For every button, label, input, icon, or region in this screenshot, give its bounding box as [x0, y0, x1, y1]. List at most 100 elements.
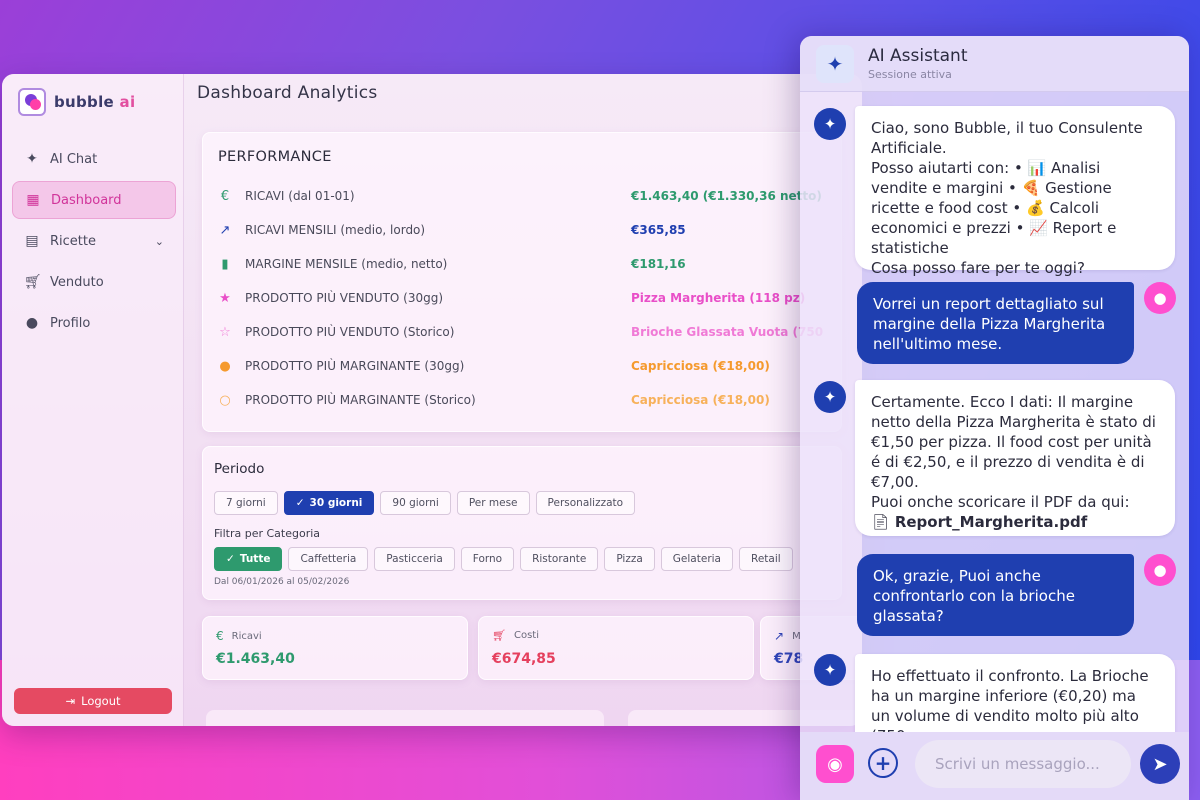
category-forno[interactable]: Forno: [460, 547, 515, 571]
brand: bubble ai: [18, 88, 135, 116]
sidebar-item-venduto[interactable]: 🛒︎ Venduto: [12, 263, 176, 301]
period-option-custom[interactable]: Personalizzato: [535, 491, 636, 515]
message-list[interactable]: ✦ Ciao, sono Bubble, il tuo Consulente A…: [800, 92, 1189, 732]
sidebar-item-ricette[interactable]: ▤ Ricette ⌄: [12, 222, 176, 260]
logout-button[interactable]: ⇥ Logout: [14, 688, 172, 714]
chat-message-user: Vorrei un report dettagliato sul margine…: [857, 282, 1134, 364]
user-avatar-person-icon: ●: [1144, 554, 1176, 586]
book-icon: ▤: [25, 233, 39, 249]
sparkle-icon: ✦: [26, 151, 38, 167]
euro-icon: €: [216, 629, 224, 643]
period-option-7-days[interactable]: 7 giorni: [214, 491, 278, 515]
chevron-down-icon[interactable]: ⌄: [155, 235, 164, 248]
period-option-30-days[interactable]: ✓ 30 giorni: [283, 491, 375, 515]
category-pizza[interactable]: Pizza: [604, 547, 655, 571]
check-icon: ✓: [226, 553, 235, 565]
chat-message-bot: Ho effettuato il confronto. La Brioche h…: [855, 654, 1175, 732]
user-avatar-person-icon: ●: [1144, 282, 1176, 314]
sidebar-item-ai-chat[interactable]: ✦ AI Chat: [12, 140, 176, 178]
performance-value: Pizza Margherita (118 pz): [631, 291, 806, 305]
stat-card-costi: 🛒︎ Costi €674,85: [478, 616, 754, 680]
performance-label: PRODOTTO PIÙ MARGINANTE (Storico): [245, 393, 476, 407]
date-range: Dal 06/01/2026 al 05/02/2026: [214, 577, 350, 587]
period-option-per-month[interactable]: Per mese: [456, 491, 530, 515]
camera-button[interactable]: ◉: [816, 745, 854, 783]
category-caffetteria[interactable]: Caffetteria: [288, 547, 369, 571]
sidebar-item-label: Venduto: [50, 274, 104, 290]
dashboard-window: bubble ai ✦ AI Chat ▦ Dashboard ▤ Ricett…: [2, 74, 862, 726]
chat-message-bot: Certamente. Ecco I dati: Il margine nett…: [855, 380, 1175, 536]
cart-icon: 🛒︎: [492, 629, 506, 642]
chat-message-bot: Ciao, sono Bubble, il tuo Consulente Art…: [855, 106, 1175, 277]
stat-card-ricavi: € Ricavi €1.463,40: [202, 616, 468, 680]
performance-label: PRODOTTO PIÙ MARGINANTE (30gg): [245, 359, 465, 373]
performance-label: PRODOTTO PIÙ VENDUTO (30gg): [245, 291, 444, 305]
pdf-download-link[interactable]: Report_Margherita.pdf: [895, 513, 1087, 531]
sidebar-nav: ✦ AI Chat ▦ Dashboard ▤ Ricette ⌄ 🛒︎ Ven…: [12, 140, 176, 345]
person-icon: ●: [25, 315, 39, 331]
category-retail[interactable]: Retail: [739, 547, 793, 571]
sidebar-item-label: Profilo: [50, 315, 91, 331]
star-filled-icon: ★: [219, 290, 231, 306]
performance-value: Capricciosa (€18,00): [631, 393, 770, 407]
logout-icon: ⇥: [65, 694, 76, 708]
chart-card-placeholder: [206, 710, 604, 726]
brand-name: bubble ai: [54, 93, 136, 111]
performance-value: €181,16: [631, 257, 686, 271]
trend-up-icon: ↗: [219, 222, 231, 238]
filter-label: Filtra per Categoria: [214, 527, 321, 540]
stat-value: €1.463,40: [216, 651, 295, 667]
performance-row: € RICAVI (dal 01-01) €1.463,40 (€1.330,3…: [217, 185, 841, 207]
sidebar-item-label: AI Chat: [50, 151, 98, 167]
performance-label: MARGINE MENSILE (medio, netto): [245, 257, 448, 271]
performance-value: Brioche Glassata Vuota (750: [631, 325, 824, 339]
category-pasticceria[interactable]: Pasticceria: [374, 547, 455, 571]
sidebar-item-dashboard[interactable]: ▦ Dashboard: [12, 181, 176, 219]
category-all[interactable]: ✓ Tutte: [214, 547, 283, 571]
category-gelateria[interactable]: Gelateria: [660, 547, 733, 571]
bubble-logo-icon: [18, 88, 46, 116]
period-option-label: 30 giorni: [309, 497, 363, 509]
check-icon: ✓: [295, 497, 305, 509]
stat-value: €78: [774, 651, 804, 667]
send-button[interactable]: ➤: [1140, 744, 1180, 784]
bar-chart-icon: ▮: [221, 256, 229, 272]
sidebar-item-label: Dashboard: [51, 192, 122, 208]
send-icon: ➤: [1152, 753, 1168, 775]
sidebar-item-profilo[interactable]: ● Profilo: [12, 304, 176, 342]
performance-title: PERFORMANCE: [218, 149, 332, 165]
performance-label: RICAVI (dal 01-01): [245, 189, 355, 203]
trend-up-icon: ↗: [774, 629, 785, 643]
category-filters: ✓ Tutte Caffetteria Pasticceria Forno Ri…: [214, 547, 793, 571]
category-ristorante[interactable]: Ristorante: [520, 547, 599, 571]
page-title: Dashboard Analytics: [197, 83, 378, 103]
ai-assistant-panel: ✦ AI Assistant Sessione attiva ✦ Ciao, s…: [800, 36, 1189, 800]
bot-avatar-sparkle-icon: ✦: [814, 654, 846, 686]
stat-label: € Ricavi: [216, 629, 262, 643]
main-content: Dashboard Analytics PERFORMANCE € RICAVI…: [184, 74, 862, 726]
performance-row: ▮ MARGINE MENSILE (medio, netto) €181,16: [217, 253, 841, 275]
sparkle-icon: ✦: [816, 45, 854, 83]
bot-avatar-sparkle-icon: ✦: [814, 108, 846, 140]
coin-icon: ●: [219, 358, 231, 374]
stat-value: €674,85: [492, 651, 556, 667]
message-input[interactable]: [915, 740, 1131, 788]
file-icon: 📄︎: [871, 513, 891, 531]
performance-value: €365,85: [631, 223, 686, 237]
plus-icon: +: [874, 751, 892, 775]
camera-icon: ◉: [827, 753, 843, 775]
bot-avatar-sparkle-icon: ✦: [814, 381, 846, 413]
performance-row: ★ PRODOTTO PIÙ VENDUTO (30gg) Pizza Marg…: [217, 287, 841, 309]
performance-row: ↗ RICAVI MENSILI (medio, lordo) €365,85: [217, 219, 841, 241]
period-title: Periodo: [214, 461, 265, 477]
add-attachment-button[interactable]: +: [868, 748, 898, 778]
sidebar-item-label: Ricette: [50, 233, 96, 249]
performance-value: Capricciosa (€18,00): [631, 359, 770, 373]
coin-outline-icon: ○: [219, 392, 231, 408]
performance-row: ○ PRODOTTO PIÙ MARGINANTE (Storico) Capr…: [217, 389, 841, 411]
period-option-90-days[interactable]: 90 giorni: [380, 491, 451, 515]
performance-row: ☆ PRODOTTO PIÙ VENDUTO (Storico) Brioche…: [217, 321, 841, 343]
chat-message-text: Certamente. Ecco I dati: Il margine nett…: [871, 393, 1156, 511]
stat-label: ↗ M: [774, 629, 801, 643]
cart-icon: 🛒︎: [24, 274, 42, 290]
